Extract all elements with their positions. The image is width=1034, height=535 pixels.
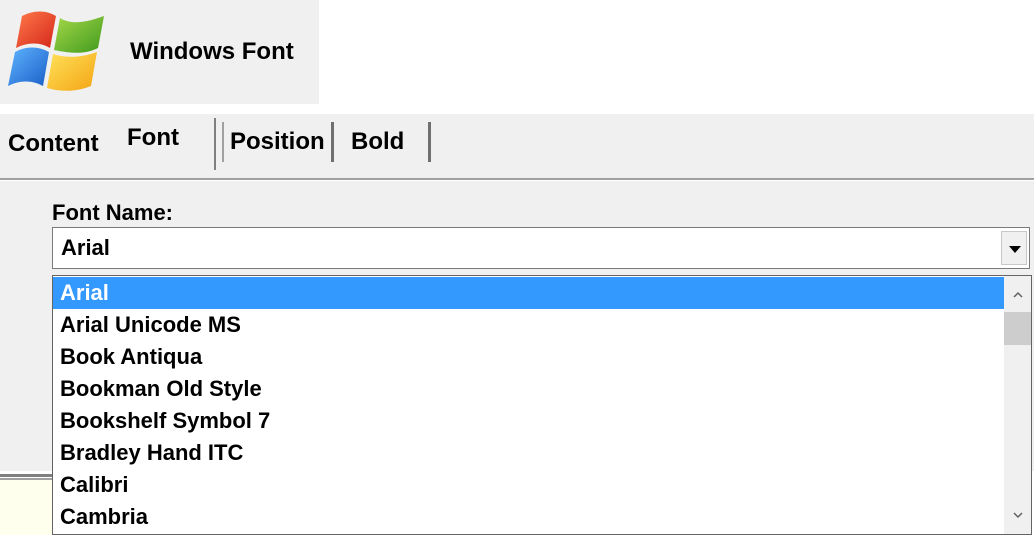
app-header: Windows Font [0,0,319,104]
font-name-label: Font Name: [52,200,173,225]
list-item[interactable]: Bookshelf Symbol 7 [53,405,1004,437]
tab-font[interactable]: Font [127,118,179,158]
tab-separator [214,118,216,170]
scroll-down-icon[interactable] [1013,510,1023,520]
scrollbar[interactable] [1004,276,1031,534]
tab-content[interactable]: Content [8,124,99,164]
list-item[interactable]: Calibri [53,469,1004,501]
windows-logo-icon [8,11,104,91]
list-item[interactable]: Bradley Hand ITC [53,437,1004,469]
status-area [0,480,52,535]
list-item[interactable]: Cambria [53,501,1004,533]
app-window: Windows Font Content Font Position Bold … [0,0,1034,535]
list-item[interactable]: Book Antiqua [53,341,1004,373]
tab-bold[interactable]: Bold [343,122,432,162]
app-title: Windows Font [130,38,294,65]
panel-bottom-border [0,474,52,477]
tab-bar: Content Font Position Bold [0,114,1034,180]
scrollbar-thumb[interactable] [1004,312,1031,345]
tab-position[interactable]: Position [222,122,334,162]
list-item[interactable]: Arial [53,277,1004,309]
font-dropdown-list[interactable]: Arial Arial Unicode MS Book Antiqua Book… [52,275,1032,535]
font-name-combobox[interactable]: Arial [52,227,1030,269]
chevron-down-icon [1009,246,1021,253]
list-item[interactable]: Arial Unicode MS [53,309,1004,341]
list-item[interactable]: Bookman Old Style [53,373,1004,405]
font-name-value: Arial [61,235,110,260]
scroll-up-icon[interactable] [1013,290,1023,300]
dropdown-button[interactable] [1001,231,1027,265]
